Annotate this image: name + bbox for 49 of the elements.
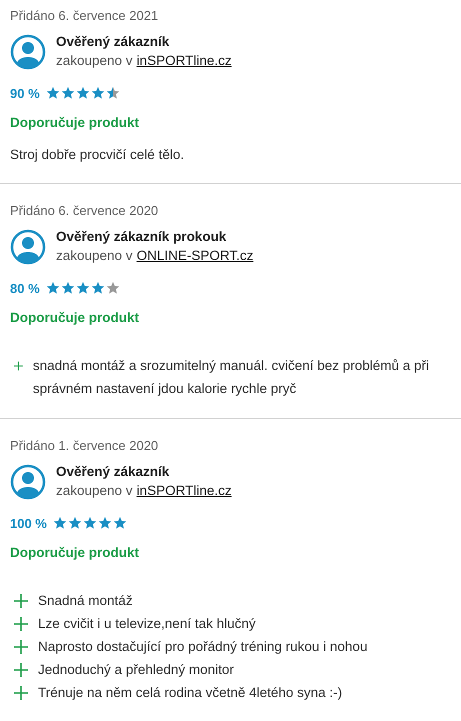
user-avatar-icon [10, 228, 46, 264]
review-date: Přidáno 6. července 2020 [10, 202, 160, 220]
plus-icon [14, 359, 23, 373]
plus-icon [14, 663, 28, 677]
star-icon [46, 86, 60, 100]
star-icon [76, 281, 90, 295]
plus-icon [14, 594, 28, 608]
plus-icon [14, 640, 28, 654]
rating-percent: 80 % [10, 280, 40, 296]
store-link[interactable]: inSPORTline.cz [136, 483, 232, 498]
store-link[interactable]: ONLINE-SPORT.cz [136, 248, 254, 263]
star-icon [60, 281, 75, 295]
star-icon [90, 86, 105, 100]
purchased-at-label: zakoupeno v [56, 53, 133, 68]
star-icon [68, 516, 82, 530]
pro-text: Naprosto dostačující pro pořádný tréning rukou i nohou [38, 638, 368, 656]
star-icon [106, 281, 120, 295]
plus-icon [14, 686, 28, 700]
pro-text: Lze cvičit i u televize,není tak hlučný [38, 615, 256, 633]
plus-icon [14, 617, 28, 631]
review-text: Stroj dobře procvičí celé tělo. [10, 146, 186, 164]
star-icon [106, 86, 120, 100]
rating-percent: 100 % [10, 516, 47, 530]
user-avatar-icon [10, 464, 46, 500]
purchased-at-label: zakoupeno v [56, 483, 133, 498]
pro-text: snadná montáž a srozumitelný manuál. cvičení bez problémů a při správném nastavení jdou kalorie rychle pryč [32, 357, 430, 398]
pro-text: Trénuje na něm celá rodina včetně 4letého syna :-) [38, 684, 342, 702]
star-icon [76, 86, 90, 100]
pro-text: Jednoduchý a přehledný monitor [38, 661, 234, 679]
store-link[interactable]: inSPORTline.cz [136, 53, 232, 68]
star-icon [112, 516, 127, 530]
star-icon [90, 281, 105, 295]
user-avatar-icon [10, 34, 46, 70]
pro-text: Snadná montáž [38, 592, 133, 610]
review-date: Přidáno 1. července 2020 [10, 437, 160, 455]
star-icon [52, 516, 67, 530]
purchased-at-label: zakoupeno v [56, 248, 133, 263]
recommendation-label: Doporučuje produkt [10, 544, 140, 562]
star-icon [60, 86, 75, 100]
reviewer-name: Ověřený zákazník [56, 463, 170, 481]
reviewer-name: Ověřený zákazník prokouk [56, 228, 228, 246]
review-date: Přidáno 6. července 2021 [10, 7, 160, 25]
recommendation-label: Doporučuje produkt [10, 309, 140, 327]
reviewer-name: Ověřený zákazník [56, 33, 170, 51]
rating-percent: 90 % [10, 86, 40, 100]
star-icon [46, 281, 60, 295]
recommendation-label: Doporučuje produkt [10, 114, 140, 132]
star-icon [82, 516, 97, 530]
star-icon [98, 516, 112, 530]
